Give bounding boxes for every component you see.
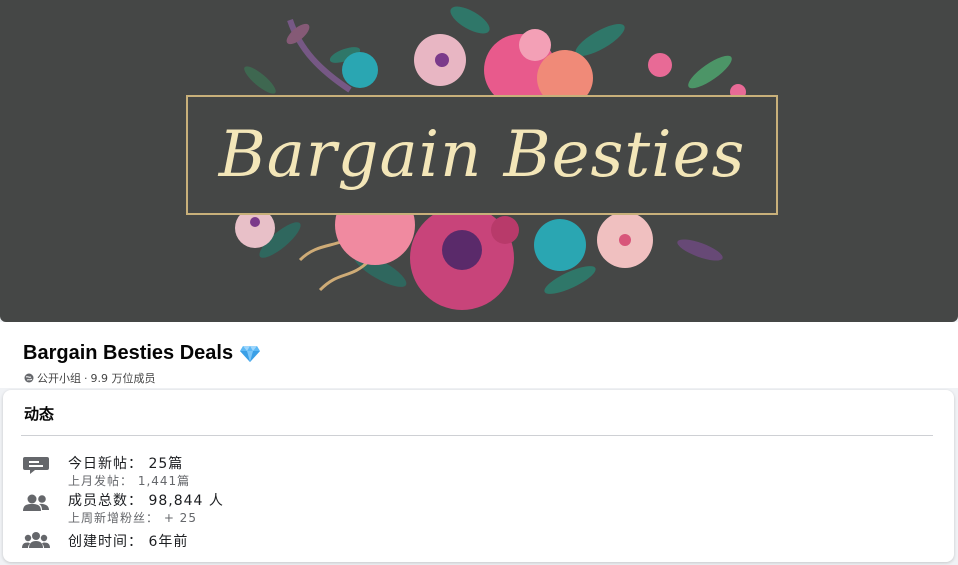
activity-card: 动态 今日新帖： 25篇 上月发帖： 1,441篇 成员总数： 98,844 人… [3, 390, 954, 562]
stat-main: 成员总数： 98,844 人 [68, 493, 224, 509]
privacy-label[interactable]: 公开小组 [37, 370, 81, 386]
cover-photo[interactable]: Bargain Besties [0, 0, 958, 322]
meta-separator: · [84, 371, 88, 385]
stat-main: 创建时间： 6年前 [68, 534, 189, 550]
diamond-badge-icon [239, 345, 261, 363]
group-icon [22, 532, 50, 548]
stat-sub: 上周新增粉丝： + 25 [68, 511, 197, 525]
stat-sub: 上月发帖： 1,441篇 [68, 474, 191, 488]
group-name-row: Bargain Besties Deals [23, 342, 261, 365]
group-meta: 公开小组 · 9.9 万位成员 [24, 370, 156, 386]
chat-bubble-icon [23, 457, 49, 474]
activity-title: 动态 [24, 405, 55, 423]
member-count-short[interactable]: 9.9 万位成员 [91, 370, 156, 386]
group-page: Bargain Besties Bargain Besties Deals 公开… [0, 0, 958, 565]
cover-title-script: Bargain Besties [218, 118, 746, 192]
group-header: Bargain Besties Deals 公开小组 · 9.9 万位成员 [0, 322, 958, 388]
group-name[interactable]: Bargain Besties Deals [23, 342, 233, 365]
globe-icon [24, 373, 34, 383]
stat-main: 今日新帖： 25篇 [68, 456, 184, 472]
members-icon [23, 494, 49, 511]
divider [21, 435, 933, 436]
